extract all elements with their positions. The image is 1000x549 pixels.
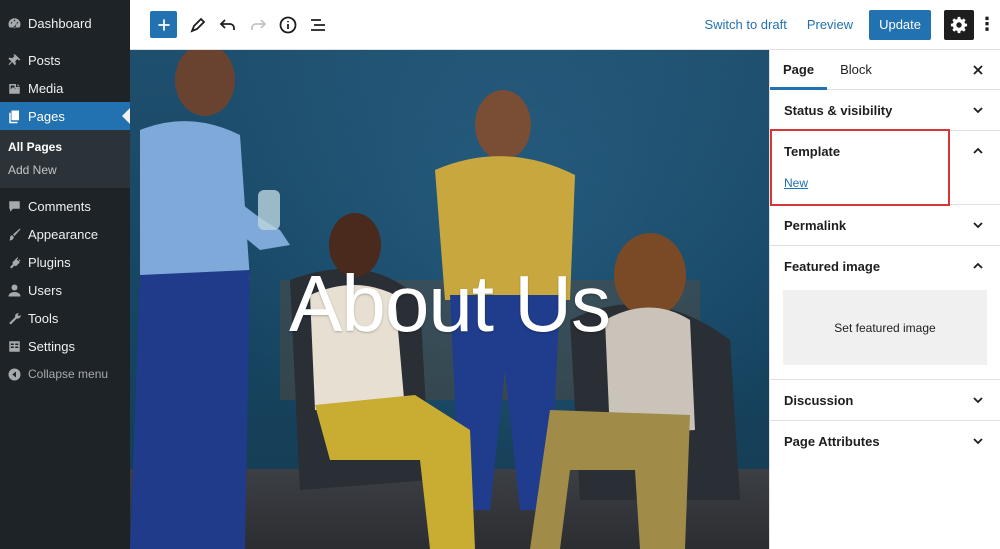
menu-appearance[interactable]: Appearance: [0, 220, 130, 248]
section-permalink: Permalink: [770, 205, 1000, 246]
menu-tools[interactable]: Tools: [0, 304, 130, 332]
settings-toggle-button[interactable]: [944, 9, 974, 40]
section-template: Template New: [770, 131, 1000, 205]
template-body: New: [770, 171, 1000, 204]
menu-media[interactable]: Media: [0, 74, 130, 102]
tab-block[interactable]: Block: [827, 50, 885, 89]
editor-toolbar: Switch to draft Preview Update ⋮: [130, 0, 1000, 50]
tab-page[interactable]: Page: [770, 50, 828, 90]
menu-posts[interactable]: Posts: [0, 46, 130, 74]
menu-label: Dashboard: [28, 15, 92, 31]
menu-label: Appearance: [28, 226, 99, 242]
vertical-ellipsis-icon: ⋮: [978, 14, 996, 34]
status-visibility-toggle[interactable]: Status & visibility: [770, 90, 1000, 130]
section-title: Template: [784, 143, 841, 159]
chevron-up-icon: [970, 258, 986, 274]
submenu-all-pages[interactable]: All Pages: [0, 136, 130, 159]
menu-label: Collapse menu: [28, 367, 109, 381]
gear-icon: [950, 16, 968, 33]
cover-heading[interactable]: About Us: [130, 258, 769, 350]
chevron-down-icon: [970, 392, 986, 408]
permalink-toggle[interactable]: Permalink: [770, 205, 1000, 245]
section-status-visibility: Status & visibility: [770, 90, 1000, 131]
header-actions: Switch to draft Preview Update ⋮: [694, 0, 1000, 50]
chevron-down-icon: [970, 102, 986, 118]
media-icon: [6, 80, 22, 96]
admin-sidebar: Dashboard Posts Media Pages All Pages Ad…: [0, 0, 130, 549]
template-toggle[interactable]: Template: [770, 131, 1000, 171]
menu-label: Users: [28, 282, 62, 298]
comment-icon: [6, 198, 22, 214]
pages-icon: [6, 108, 22, 124]
plus-icon: [157, 18, 170, 31]
section-title: Featured image: [784, 258, 881, 274]
info-icon: [279, 16, 297, 33]
featured-image-body: Set featured image: [770, 286, 1000, 379]
menu-label: Plugins: [28, 254, 71, 270]
sidebar-tabs: Page Block: [770, 50, 1000, 90]
set-featured-image-button[interactable]: Set featured image: [783, 290, 987, 365]
switch-to-draft-button[interactable]: Switch to draft: [694, 17, 796, 32]
discussion-toggle[interactable]: Discussion: [770, 380, 1000, 420]
chevron-down-icon: [970, 217, 986, 233]
pages-submenu: All Pages Add New: [0, 130, 130, 188]
menu-plugins[interactable]: Plugins: [0, 248, 130, 276]
chevron-up-icon: [970, 143, 986, 159]
menu-label: Media: [28, 80, 64, 96]
undo-icon: [219, 18, 235, 30]
section-title: Discussion: [784, 392, 854, 408]
section-featured-image: Featured image Set featured image: [770, 246, 1000, 380]
section-title: Permalink: [784, 217, 847, 233]
pencil-icon: [190, 17, 206, 33]
more-options-button[interactable]: ⋮: [974, 14, 1000, 35]
preview-button[interactable]: Preview: [797, 17, 863, 32]
users-icon: [6, 282, 22, 298]
plugin-icon: [6, 254, 22, 270]
template-new-link[interactable]: New: [784, 176, 808, 190]
submenu-add-new[interactable]: Add New: [0, 159, 130, 182]
section-discussion: Discussion: [770, 380, 1000, 421]
settings-icon: [6, 338, 22, 354]
settings-sidebar: Page Block Status & visibility Template …: [769, 50, 1000, 549]
menu-label: Pages: [28, 108, 65, 124]
redo-button[interactable]: [243, 10, 273, 40]
menu-dashboard[interactable]: Dashboard: [0, 8, 130, 38]
menu-pages[interactable]: Pages: [0, 102, 130, 130]
update-button[interactable]: Update: [869, 9, 931, 40]
menu-label: Settings: [28, 338, 75, 354]
paintbrush-icon: [6, 226, 22, 242]
undo-button[interactable]: [213, 10, 243, 40]
menu-label: Posts: [28, 52, 61, 68]
menu-label: Comments: [28, 198, 91, 214]
close-icon: [973, 65, 983, 75]
tools-button[interactable]: [183, 10, 213, 40]
page-attributes-toggle[interactable]: Page Attributes: [770, 421, 1000, 461]
collapse-arrow-icon: [6, 366, 22, 382]
menu-collapse[interactable]: Collapse menu: [0, 360, 130, 388]
add-block-button[interactable]: [150, 11, 177, 38]
menu-comments[interactable]: Comments: [0, 192, 130, 220]
menu-settings[interactable]: Settings: [0, 332, 130, 360]
chevron-down-icon: [970, 433, 986, 449]
dashboard-icon: [6, 15, 22, 31]
section-title: Page Attributes: [784, 433, 880, 449]
details-button[interactable]: [273, 10, 303, 40]
pushpin-icon: [6, 52, 22, 68]
list-view-icon: [311, 18, 325, 31]
menu-label: Tools: [28, 310, 59, 326]
editor-canvas[interactable]: About Us: [130, 50, 769, 549]
close-sidebar-button[interactable]: [970, 62, 986, 78]
menu-users[interactable]: Users: [0, 276, 130, 304]
section-page-attributes: Page Attributes: [770, 421, 1000, 461]
list-view-button[interactable]: [303, 10, 333, 40]
featured-image-toggle[interactable]: Featured image: [770, 246, 1000, 286]
redo-icon: [251, 18, 267, 30]
wrench-icon: [6, 310, 22, 326]
section-title: Status & visibility: [784, 102, 893, 118]
